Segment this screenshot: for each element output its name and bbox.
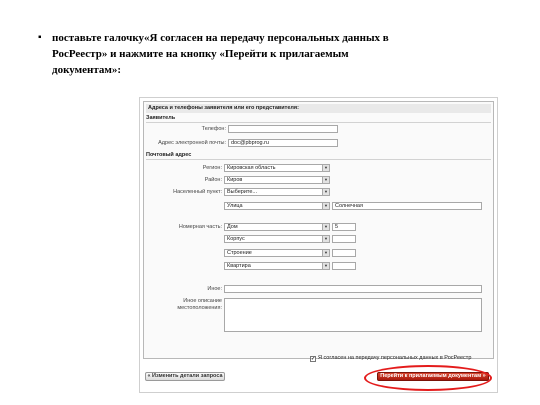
number-label: Номерная часть: [178, 224, 222, 230]
phone-field[interactable] [228, 125, 338, 133]
chevron-down-icon[interactable]: ▼ [322, 189, 329, 195]
location-description-textarea[interactable] [224, 298, 482, 332]
chevron-down-icon[interactable]: ▼ [322, 165, 329, 171]
locality-label: Населенный пункт: [173, 189, 222, 195]
consent-checkbox[interactable]: ✔ [310, 356, 316, 362]
number-value-field[interactable] [332, 262, 356, 270]
number-value-field[interactable] [332, 249, 356, 257]
locality-select[interactable]: Выберите... ▼ [224, 188, 330, 196]
red-highlight-ellipse [364, 365, 492, 391]
chevron-down-icon[interactable]: ▼ [322, 224, 329, 230]
number-type-select[interactable]: Строение ▼ [224, 249, 330, 257]
bullet-icon: ▪ [38, 32, 42, 43]
chevron-down-icon[interactable]: ▼ [322, 236, 329, 242]
other-label: Иное: [207, 286, 222, 292]
street-type-select[interactable]: Улица ▼ [224, 202, 330, 210]
number-type-value: Корпус [227, 236, 245, 242]
chevron-down-icon[interactable]: ▼ [322, 203, 329, 209]
region-select[interactable]: Кировская область ▼ [224, 164, 330, 172]
number-type-select[interactable]: Дом ▼ [224, 223, 330, 231]
number-value-field[interactable] [332, 235, 356, 243]
number-type-value: Квартира [227, 263, 251, 269]
region-value: Кировская область [227, 165, 276, 171]
number-type-select[interactable]: Корпус ▼ [224, 235, 330, 243]
instruction-text: ▪ поставьте галочку«Я согласен на переда… [38, 30, 400, 78]
panel-title: Адреса и телефоны заявителя или его пред… [146, 104, 491, 113]
chevron-down-icon[interactable]: ▼ [322, 177, 329, 183]
email-field[interactable]: doc@pbprog.ru [228, 139, 338, 147]
consent-label: Я согласен на передачу персональных данн… [318, 355, 472, 361]
postal-section-title: Почтовый адрес [146, 152, 192, 158]
email-label: Адрес электронной почты: [158, 140, 226, 146]
number-type-value: Дом [227, 224, 238, 230]
number-type-select[interactable]: Квартира ▼ [224, 262, 330, 270]
locality-value: Выберите... [227, 189, 258, 195]
location-label: Иное описание местоположения: [177, 298, 222, 311]
street-name-field[interactable]: Солнечная [332, 202, 482, 210]
section-divider [146, 122, 491, 123]
number-value-field[interactable]: 5 [332, 223, 356, 231]
number-type-value: Строение [227, 250, 252, 256]
street-type-value: Улица [227, 203, 243, 209]
chevron-down-icon[interactable]: ▼ [322, 250, 329, 256]
edit-request-button[interactable]: « Изменить детали запроса [145, 372, 225, 381]
applicant-section-title: Заявитель [146, 115, 176, 121]
other-field[interactable] [224, 285, 482, 293]
chevron-down-icon[interactable]: ▼ [322, 263, 329, 269]
district-select[interactable]: Киров ▼ [224, 176, 330, 184]
address-panel: Адреса и телефоны заявителя или его пред… [143, 101, 494, 359]
section-divider [146, 159, 491, 160]
phone-label: Телефон: [201, 126, 226, 132]
form-screenshot: Адреса и телефоны заявителя или его пред… [139, 97, 498, 393]
district-value: Киров [227, 177, 243, 183]
instruction-body: поставьте галочку«Я согласен на передачу… [52, 32, 389, 76]
region-label: Регион: [202, 165, 222, 171]
district-label: Район: [204, 177, 222, 183]
